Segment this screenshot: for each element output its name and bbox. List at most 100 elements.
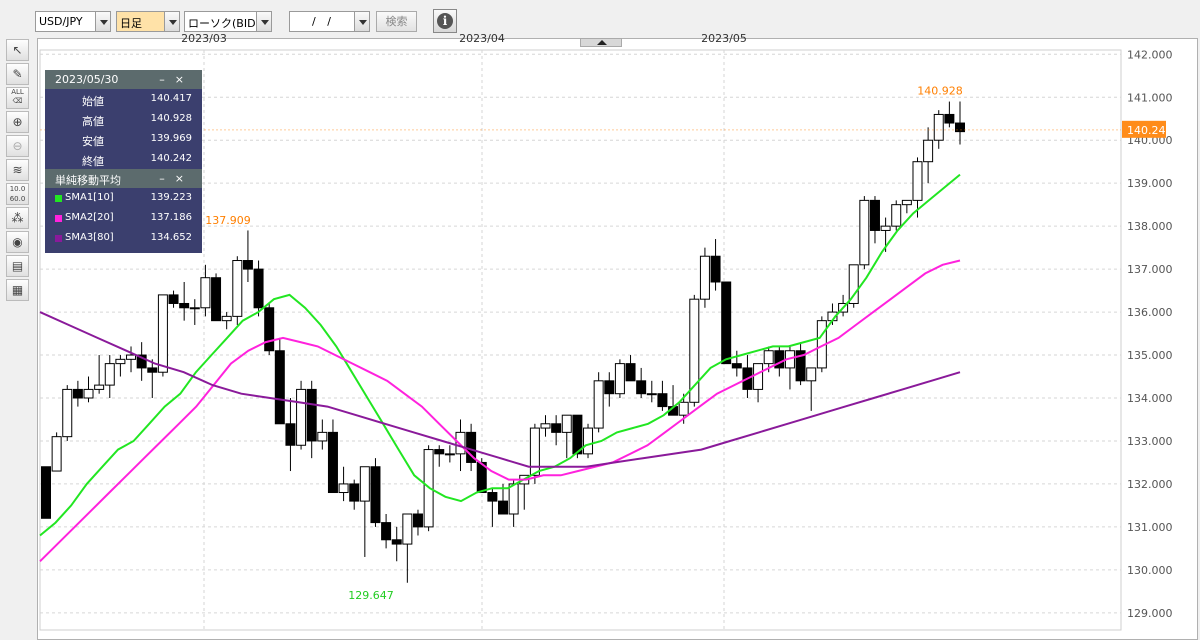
candle-body [412,513,423,528]
y-tick-label: 142.000 [1127,48,1173,61]
price-annotation: 129.647 [348,589,394,602]
candle-body [912,161,923,201]
candle-body [327,431,338,494]
current-price-label: 140.242 [1127,124,1173,137]
candle-body [179,302,190,309]
candle-body [104,363,115,386]
candle-body [859,199,870,266]
candle-body [646,393,657,396]
ohlc-row: 安値 139.969 [82,133,192,148]
candle-body [94,384,105,390]
sma-row: SMA3[80] 134.652 [45,228,202,248]
sma-controls[interactable]: –× [159,172,194,185]
candle-body [317,431,328,442]
candle-body [115,358,126,365]
candle-body [806,367,817,382]
candle-body [381,522,392,541]
candle-body [944,113,955,124]
candle-body [625,363,636,382]
candle-body [699,255,710,300]
candle-body [157,294,168,373]
x-tick-label: 2023/03 [181,32,227,45]
candle-body [487,492,498,502]
y-tick-label: 136.000 [1127,306,1173,319]
candle-body [83,388,94,399]
ohlc-row: 高値 140.928 [82,113,192,128]
ohlc-info-panel: 2023/05/30 –× 始値 140.417 高値 140.928 安値 139.… [45,70,202,253]
y-tick-label: 132.000 [1127,478,1173,491]
y-tick-label: 137.000 [1127,263,1173,276]
candle-body [880,225,891,231]
price-annotation: 137.909 [205,214,251,227]
candle-body [933,113,944,141]
candle-body [710,255,721,283]
candle-body [721,281,732,365]
candle-body [891,204,902,227]
candle-body [126,354,137,360]
y-tick-label: 134.000 [1127,392,1173,405]
panel-date: 2023/05/30 [55,73,119,86]
candle-body [51,436,62,472]
candle-body [551,423,562,433]
candle-body [72,388,83,399]
candle-body [41,466,51,519]
candle-body [498,500,508,515]
candle-body [359,466,370,502]
candle-body [370,466,381,524]
candle-body [232,260,243,317]
candle-body [189,307,200,310]
y-tick-label: 130.000 [1127,564,1173,577]
candle-body [338,483,349,494]
candle-body [848,264,859,304]
y-tick-label: 135.000 [1127,349,1173,362]
y-tick-label: 129.000 [1127,607,1173,620]
candle-body [274,350,285,425]
candle-body [955,122,965,133]
candle-body [583,427,594,455]
candle-body [593,380,604,429]
candle-body [296,388,307,446]
panel-controls[interactable]: –× [159,73,194,86]
candle-body [678,401,689,416]
candle-body [221,315,232,322]
candle-body [62,388,73,438]
y-tick-label: 139.000 [1127,177,1173,190]
panel-header: 2023/05/30 –× [45,70,202,89]
sma-row: SMA1[10] 139.223 [45,188,202,208]
candle-body [264,307,275,352]
ohlc-row: 終値 140.242 [82,153,192,168]
candle-body [869,199,880,231]
candle-body [540,423,551,429]
sma-header: 単純移動平均 –× [45,169,202,188]
candle-body [242,260,253,270]
candle-body [306,388,317,442]
candle-body [561,414,572,433]
candle-body [200,277,211,309]
candle-body [391,539,402,545]
sma-title: 単純移動平均 [55,174,121,187]
candle-body [285,423,296,446]
x-tick-label: 2023/04 [459,32,505,45]
y-tick-label: 133.000 [1127,435,1173,448]
candle-body [253,268,264,309]
x-tick-label: 2023/05 [701,32,747,45]
candle-body [636,380,647,395]
sma-row: SMA2[20] 137.186 [45,208,202,228]
candle-body [444,453,455,456]
candle-body [529,427,540,476]
candle-body [211,277,222,322]
candle-body [434,449,445,455]
candle-body [604,380,615,395]
y-tick-label: 138.000 [1127,220,1173,233]
candle-body [901,199,912,206]
candle-body [572,414,583,455]
ohlc-row: 始値 140.417 [82,93,192,108]
y-tick-label: 141.000 [1127,91,1173,104]
candle-body [508,483,519,515]
candle-body [614,363,625,395]
candle-body [923,139,934,163]
candle-body [147,367,158,373]
y-tick-label: 131.000 [1127,521,1173,534]
candle-body [731,363,742,369]
candle-body [657,393,668,408]
